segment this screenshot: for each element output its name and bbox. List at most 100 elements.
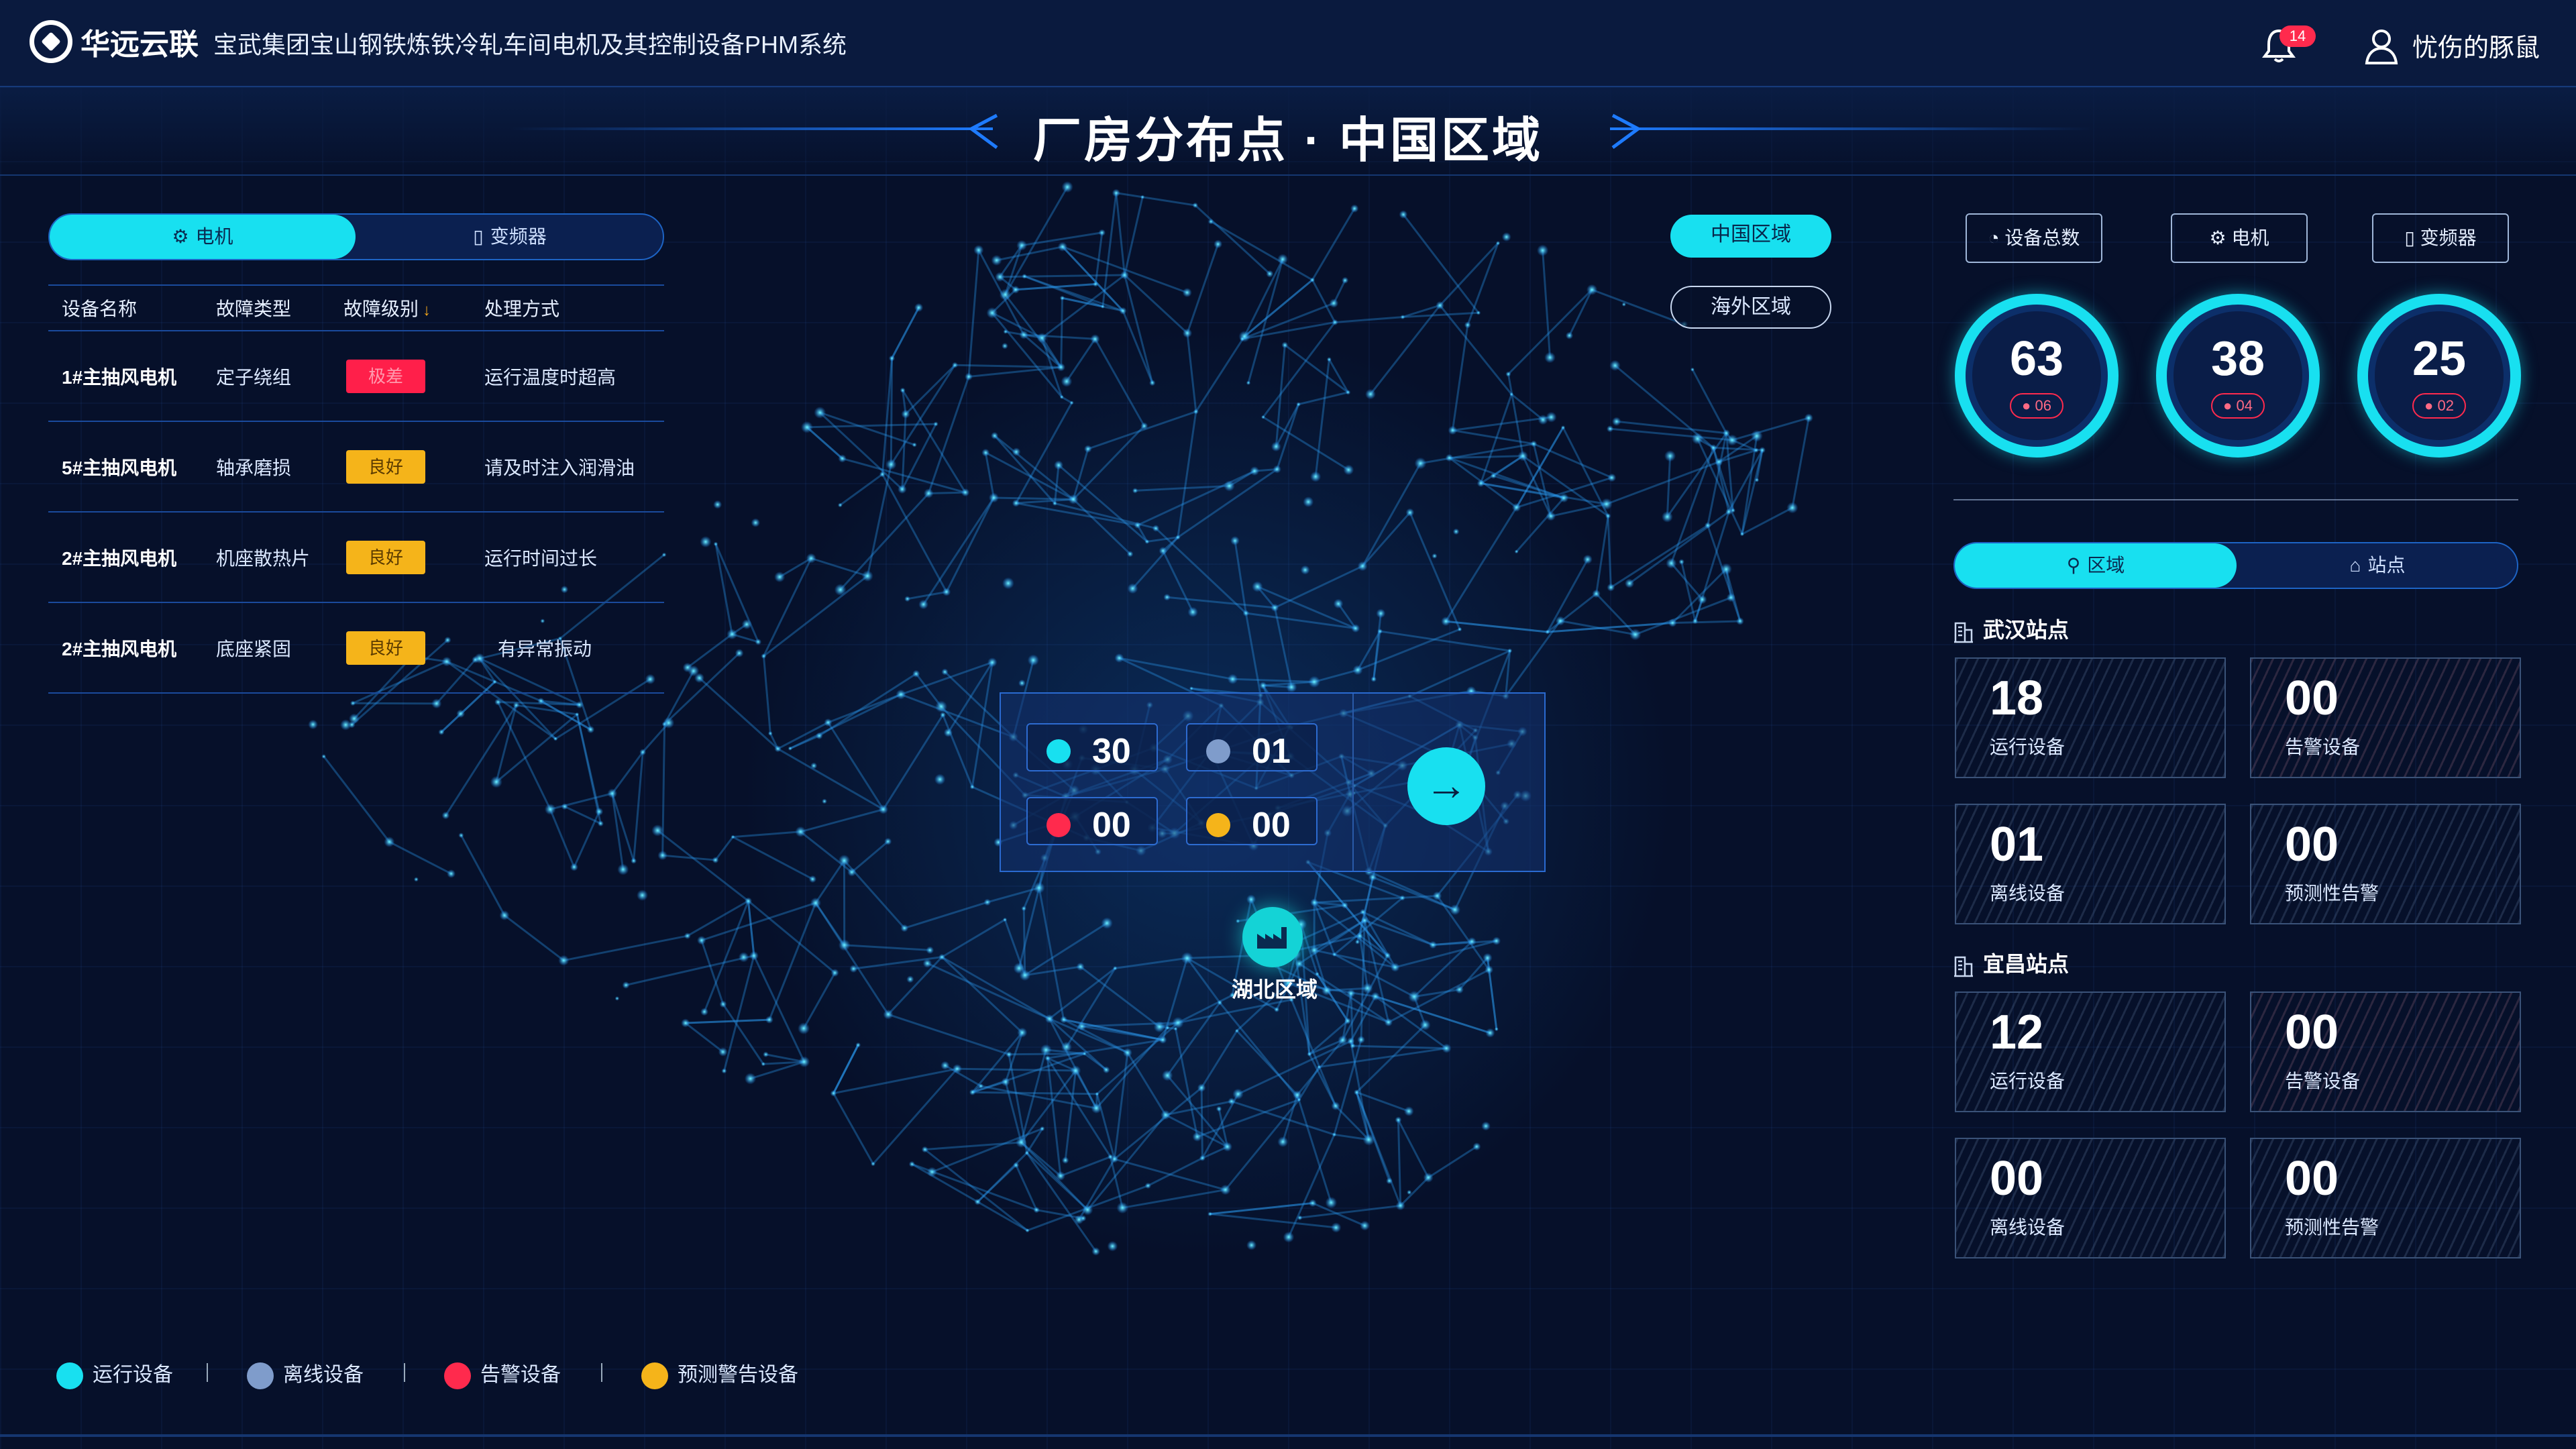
fault-level-text: 良好 xyxy=(346,631,425,665)
action-text: 有异常振动 xyxy=(498,638,592,659)
running-count-pill: 30 xyxy=(1026,723,1158,771)
station-card-running[interactable]: 18 运行设备 xyxy=(1955,657,2226,778)
card-value: 00 xyxy=(2285,818,2339,871)
tab-motor[interactable]: ⚙ 电机 xyxy=(50,215,356,259)
cabinet-icon: ▯ xyxy=(2404,227,2420,248)
arrow-right-icon[interactable]: → xyxy=(1407,747,1485,825)
legend-alarm: 告警设备 xyxy=(444,1358,561,1390)
card-label: 预测性告警 xyxy=(2285,883,2379,904)
card-value: 00 xyxy=(2285,672,2339,725)
station-card-predictive[interactable]: 00 预测性告警 xyxy=(2250,1138,2521,1258)
device-name: 2#主抽风电机 xyxy=(62,638,177,659)
table-row[interactable]: 2#主抽风电机 机座散热片 良好 运行时间过长 xyxy=(48,513,664,603)
action-text: 运行时间过长 xyxy=(484,547,598,569)
station-card-offline[interactable]: 00 离线设备 xyxy=(1955,1138,2226,1258)
region-site-tabs: ⚲ 区域 ⌂ 站点 xyxy=(1953,542,2518,589)
dashboard-icon: ◔ xyxy=(1988,227,2005,248)
legend-divider xyxy=(404,1363,405,1382)
china-region-button[interactable]: 中国区域 xyxy=(1670,215,1831,258)
alarm-legend-icon xyxy=(444,1362,471,1390)
header-fault-level[interactable]: 故障级别 ↓ xyxy=(343,294,431,321)
motor-value: 38 xyxy=(2210,332,2265,386)
device-type-tabs: ⚙ 电机 ▯ 变频器 xyxy=(48,213,664,260)
logo-icon xyxy=(30,20,72,63)
header-action: 处理方式 xyxy=(484,299,560,319)
legend-divider xyxy=(207,1363,208,1382)
card-label: 预测性告警 xyxy=(2285,1217,2379,1238)
factory-icon[interactable] xyxy=(1242,907,1303,967)
legend-offline: 离线设备 xyxy=(247,1358,364,1390)
stat-total-text: 设备总数 xyxy=(2004,227,2080,248)
station-card-alarm[interactable]: 00 告警设备 xyxy=(2250,991,2521,1112)
tab-inverter-label: 变频器 xyxy=(490,226,547,247)
user-name[interactable]: 忧伤的豚鼠 xyxy=(2412,27,2540,64)
table-row[interactable]: 1#主抽风电机 定子绕组 极差 运行温度时超高 xyxy=(48,331,664,422)
header-fault-type: 故障类型 xyxy=(216,299,292,319)
station-card-running[interactable]: 12 运行设备 xyxy=(1955,991,2226,1112)
gear-icon: ⚙ xyxy=(2209,227,2232,248)
tab-inverter[interactable]: ▯ 变频器 xyxy=(357,215,663,259)
station-card-alarm[interactable]: 00 告警设备 xyxy=(2250,657,2521,778)
overseas-region-button[interactable]: 海外区域 xyxy=(1670,286,1831,329)
station-name: 宜昌站点 xyxy=(1983,952,2070,976)
alarm-count: 00 xyxy=(1092,806,1131,845)
running-legend-icon xyxy=(56,1362,83,1390)
sort-down-icon[interactable]: ↓ xyxy=(423,301,431,319)
card-label: 告警设备 xyxy=(2285,737,2361,757)
stat-inverter-text: 变频器 xyxy=(2420,227,2477,248)
building-icon xyxy=(1954,622,1973,643)
running-device-icon xyxy=(1046,739,1071,763)
total-alarm-badge: ● 06 xyxy=(2010,393,2063,419)
table-row[interactable]: 2#主抽风电机 底座紧固 良好 有异常振动 xyxy=(48,603,664,694)
stat-motor-text: 电机 xyxy=(2231,227,2269,248)
station-card-predictive[interactable]: 00 预测性告警 xyxy=(2250,804,2521,924)
inverter-alarm-badge: ● 02 xyxy=(2412,393,2466,419)
total-alarm-value: 06 xyxy=(2035,397,2051,414)
predictive-count: 00 xyxy=(1252,806,1291,845)
offline-count-pill: 01 xyxy=(1186,723,1318,771)
user-icon[interactable] xyxy=(2364,27,2399,64)
offline-device-icon xyxy=(1206,739,1230,763)
offline-legend-icon xyxy=(247,1362,274,1390)
station-name: 武汉站点 xyxy=(1983,618,2070,642)
legend-predictive: 预测警告设备 xyxy=(641,1358,798,1390)
fault-level-text: 极差 xyxy=(346,359,425,393)
tab-region[interactable]: ⚲ 区域 xyxy=(1955,543,2237,588)
action-text: 运行温度时超高 xyxy=(484,366,616,388)
brand-name: 华远云联 xyxy=(80,28,199,61)
station-title: 武汉站点 xyxy=(1953,613,2069,644)
predictive-count-pill: 00 xyxy=(1186,797,1318,845)
stat-label-motor[interactable]: ⚙ 电机 xyxy=(2171,213,2308,263)
alarm-device-icon xyxy=(1046,813,1071,837)
offline-count: 01 xyxy=(1252,732,1291,771)
fault-level-text: 良好 xyxy=(346,540,425,574)
region-icon: ⚲ xyxy=(2066,555,2081,576)
system-title: 宝武集团宝山钢铁炼铁冷轧车间电机及其控制设备PHM系统 xyxy=(213,31,847,58)
legend-running-label: 运行设备 xyxy=(93,1364,173,1386)
popup-divider xyxy=(1352,694,1354,871)
predictive-legend-icon xyxy=(641,1362,668,1390)
inverter-alarm-value: 02 xyxy=(2437,397,2454,414)
fault-type: 定子绕组 xyxy=(216,366,292,388)
alarm-count-pill: 00 xyxy=(1026,797,1158,845)
factory-glyph xyxy=(1257,927,1287,949)
motor-ring: 38 ● 04 xyxy=(2156,294,2320,458)
tab-site-label: 站点 xyxy=(2367,555,2406,576)
fault-level-badge: 极差 xyxy=(346,359,425,393)
card-value: 00 xyxy=(1990,1152,2044,1205)
card-value: 00 xyxy=(2285,1006,2339,1059)
action-text: 请及时注入润滑油 xyxy=(484,457,635,478)
card-value: 12 xyxy=(1990,1006,2044,1059)
stat-label-total[interactable]: ◔ 设备总数 xyxy=(1966,213,2102,263)
table-row[interactable]: 5#主抽风电机 轴承磨损 良好 请及时注入润滑油 xyxy=(48,422,664,513)
fault-level-badge: 良好 xyxy=(346,449,425,484)
station-title: 宜昌站点 xyxy=(1953,947,2069,978)
notification-badge: 14 xyxy=(2279,25,2316,47)
tab-site[interactable]: ⌂ 站点 xyxy=(2237,543,2518,588)
device-name: 2#主抽风电机 xyxy=(62,547,177,569)
card-label: 运行设备 xyxy=(1990,737,2065,757)
page-title: 厂房分布点 · 中国区域 xyxy=(1033,114,1543,168)
inverter-value: 25 xyxy=(2412,332,2467,386)
station-card-offline[interactable]: 01 离线设备 xyxy=(1955,804,2226,924)
stat-label-inverter[interactable]: ▯ 变频器 xyxy=(2372,213,2509,263)
